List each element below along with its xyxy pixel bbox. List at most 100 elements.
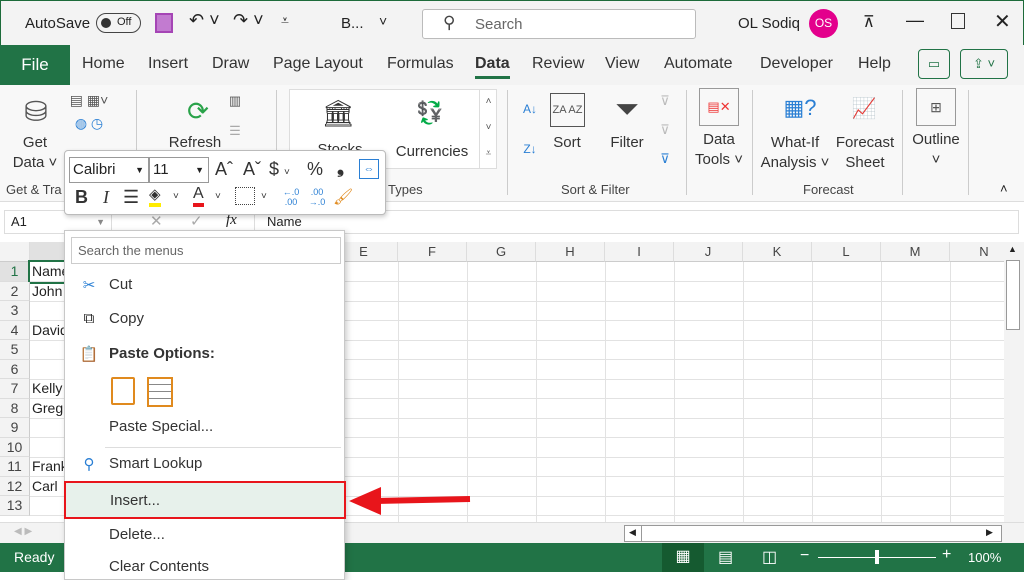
tab-automate[interactable]: Automate [664, 55, 732, 73]
horizontal-scrollbar[interactable]: ◀ [624, 525, 1002, 542]
fill-color-icon[interactable]: ◈ [149, 185, 161, 207]
percent-icon[interactable]: % [307, 159, 323, 180]
gallery-scroll[interactable]: ˄ ˅ ⩡ [479, 89, 497, 169]
scroll-sheets-left[interactable]: ◀ ▶ [14, 526, 32, 537]
forecast-sheet-button[interactable]: Forecast Sheet [834, 133, 896, 173]
tab-home[interactable]: Home [82, 55, 125, 73]
column-header-G[interactable]: G [467, 242, 536, 262]
paste-button[interactable] [111, 377, 135, 405]
font-name-select[interactable]: Calibri ▼ [69, 157, 149, 183]
column-header-J[interactable]: J [674, 242, 743, 262]
decrease-decimal-button[interactable]: .00 →.0 [305, 187, 329, 207]
from-web-icon[interactable]: ◍ ◷ [64, 113, 114, 133]
row-header-9[interactable]: 9 [0, 418, 30, 438]
column-header-H[interactable]: H [536, 242, 605, 262]
select-all-corner[interactable] [0, 242, 30, 262]
format-painter-icon[interactable]: 🖌 [333, 187, 353, 207]
data-tools-button[interactable]: Data Tools ˅ [690, 130, 748, 170]
redo-icon[interactable]: ↷ ˅ [233, 10, 264, 31]
menu-item-insert[interactable]: Insert... [64, 481, 346, 519]
row-header-1[interactable]: 1 [0, 262, 30, 282]
tab-developer[interactable]: Developer [760, 55, 833, 73]
reapply-icon[interactable]: ⊽ [654, 120, 676, 140]
from-text-icon[interactable]: ▤ ▦˅ [64, 90, 114, 110]
save-icon[interactable] [155, 13, 173, 33]
row-header-2[interactable]: 2 [0, 281, 30, 301]
page-break-view-button[interactable]: ◫ [762, 547, 777, 567]
row-header-4[interactable]: 4 [0, 320, 30, 340]
sort-z-a-icon[interactable]: Z↓ [518, 137, 542, 161]
filename[interactable]: B... [341, 15, 364, 32]
currency-format-icon[interactable]: $ ˅ [269, 159, 290, 180]
advanced-filter-icon[interactable]: ⊽ [654, 149, 676, 169]
column-header-I[interactable]: I [605, 242, 674, 262]
menu-search-input[interactable]: Search the menus [71, 237, 341, 264]
column-header-L[interactable]: L [812, 242, 881, 262]
tab-formulas[interactable]: Formulas [387, 55, 454, 73]
undo-icon[interactable]: ↶ ˅ [189, 10, 220, 31]
italic-button[interactable]: I [103, 187, 109, 208]
chevron-down-icon[interactable]: ˅ [173, 191, 179, 202]
row-header-13[interactable]: 13 [0, 496, 30, 516]
borders-icon[interactable] [235, 187, 255, 205]
menu-item-cut[interactable]: ✂ Cut [65, 276, 344, 298]
tab-view[interactable]: View [605, 55, 639, 73]
zoom-level[interactable]: 100% [968, 550, 1001, 565]
tab-draw[interactable]: Draw [212, 55, 249, 73]
column-header-K[interactable]: K [743, 242, 812, 262]
comments-button[interactable]: ▭ [918, 49, 950, 79]
row-header-12[interactable]: 12 [0, 476, 30, 496]
chevron-down-icon[interactable]: ˅ [215, 191, 221, 202]
close-icon[interactable]: ✕ [994, 9, 1011, 34]
decrease-font-icon[interactable]: Aˇ [243, 159, 261, 180]
chevron-down-icon[interactable]: ˅ [379, 13, 387, 29]
row-header-6[interactable]: 6 [0, 359, 30, 379]
chevron-down-icon[interactable]: ˅ [261, 191, 267, 202]
tab-file[interactable]: File [0, 45, 70, 85]
get-data-button[interactable]: Get Data ˅ [10, 133, 60, 173]
row-header-10[interactable]: 10 [0, 437, 30, 457]
filter-button[interactable]: Filter [605, 133, 649, 153]
currencies-button[interactable]: Currencies [390, 142, 474, 162]
column-header-M[interactable]: M [881, 242, 950, 262]
maximize-icon[interactable] [951, 13, 965, 29]
menu-item-smart-lookup[interactable]: ⚲ Smart Lookup [65, 455, 344, 477]
autosave-toggle[interactable]: Off [96, 13, 141, 33]
share-button[interactable]: ⇪ ˅ [960, 49, 1008, 79]
what-if-analysis-button[interactable]: What-If Analysis ˅ [760, 133, 830, 173]
tab-data[interactable]: Data [475, 55, 510, 79]
increase-font-icon[interactable]: Aˆ [215, 159, 233, 180]
scroll-right-icon[interactable]: ▶ [986, 527, 993, 538]
search-box[interactable]: ⚲ Search [422, 9, 696, 39]
page-layout-view-button[interactable]: ▤ [718, 547, 733, 567]
queries-icon[interactable]: ▥ [224, 91, 246, 111]
font-color-icon[interactable]: A [193, 185, 204, 207]
avatar[interactable]: OS [809, 9, 838, 38]
collapse-ribbon-icon[interactable]: ˄ [1000, 181, 1008, 196]
minimize-icon[interactable]: — [906, 10, 924, 31]
menu-item-clear-contents[interactable]: Clear Contents [65, 558, 344, 580]
tab-insert[interactable]: Insert [148, 55, 188, 73]
tab-help[interactable]: Help [858, 55, 891, 73]
column-header-F[interactable]: F [398, 242, 467, 262]
outline-button[interactable]: Outline ˅ [906, 130, 966, 170]
zoom-slider[interactable] [818, 550, 936, 564]
menu-item-paste-special[interactable]: Paste Special... [65, 418, 344, 440]
wrap-text-icon[interactable]: ⇔ [359, 159, 379, 179]
properties-icon[interactable]: ☰ [224, 121, 246, 141]
zoom-out-button[interactable]: − [800, 547, 809, 565]
row-header-3[interactable]: 3 [0, 301, 30, 321]
zoom-in-button[interactable]: + [942, 546, 951, 564]
font-size-select[interactable]: 11 ▼ [149, 157, 209, 183]
row-header-8[interactable]: 8 [0, 398, 30, 418]
center-align-icon[interactable]: ☰ [123, 187, 139, 208]
increase-decimal-button[interactable]: ←.0 .00 [279, 187, 303, 207]
customize-qat-icon[interactable]: ⩡ [281, 12, 289, 29]
sort-a-z-icon[interactable]: A↓ [518, 97, 542, 121]
ribbon-display-icon[interactable]: ⊼ [863, 12, 875, 32]
clear-filter-icon[interactable]: ⊽ [654, 91, 676, 111]
bold-button[interactable]: B [75, 187, 88, 208]
tab-page-layout[interactable]: Page Layout [273, 55, 363, 73]
vertical-scrollbar[interactable]: ▲ [1004, 242, 1024, 522]
normal-view-button[interactable]: ▦ [662, 543, 704, 572]
